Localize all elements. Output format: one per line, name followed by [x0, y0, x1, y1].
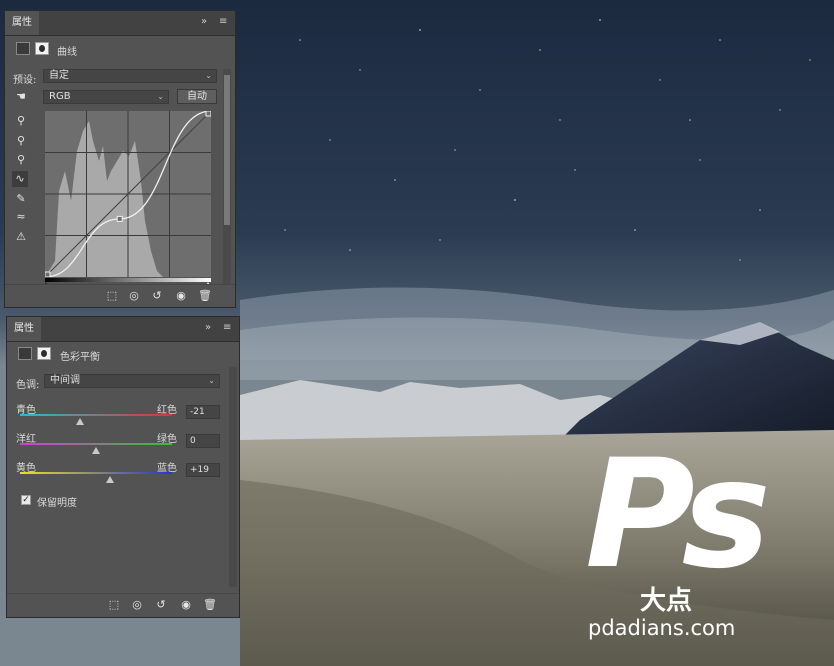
pencil-draw-icon[interactable]: ✎ — [13, 191, 29, 207]
preset-dropdown[interactable]: 自定 ⌄ — [43, 69, 217, 83]
adjustment-title: 曲线 — [57, 47, 77, 58]
output-gradient-bar — [45, 278, 211, 282]
reset-icon[interactable]: ↺ — [152, 597, 170, 613]
curves-tab-bar: 属性 » ≡ — [5, 11, 235, 36]
curve-control-point[interactable] — [205, 111, 211, 117]
preserve-luminosity-label: 保留明度 — [37, 498, 77, 509]
delete-trash-icon[interactable]: 🗑 — [201, 597, 219, 613]
white-point-eyedropper-icon[interactable]: ⚲ — [13, 152, 29, 168]
layer-mask-icon[interactable] — [35, 42, 49, 55]
preset-label: 预设: — [13, 75, 37, 86]
curves-graph[interactable] — [45, 111, 211, 277]
chevron-down-icon: ⌄ — [205, 71, 212, 80]
gray-point-eyedropper-icon[interactable]: ⚲ — [13, 133, 29, 149]
clip-to-layer-icon[interactable]: ⬚ — [103, 288, 121, 304]
preset-value: 自定 — [49, 70, 69, 81]
reset-icon[interactable]: ↺ — [148, 288, 166, 304]
chevron-down-icon: ⌄ — [157, 92, 164, 101]
cyan-red-value[interactable]: -21 — [186, 405, 220, 419]
watermark-logo: Ps — [585, 428, 771, 602]
magenta-green-value[interactable]: 0 — [186, 434, 220, 448]
yellow-blue-handle[interactable] — [106, 476, 115, 483]
curves-scrollbar[interactable] — [223, 69, 231, 289]
tone-dropdown[interactable]: 中间调 ⌄ — [44, 374, 220, 388]
auto-button[interactable]: 自动 — [177, 89, 217, 104]
curve-control-point[interactable] — [45, 271, 51, 277]
curves-footer: ⬚ ◎ ↺ ◉ 🗑 — [5, 284, 235, 307]
tab-properties[interactable]: 属性 — [5, 11, 39, 35]
view-previous-icon[interactable]: ◎ — [128, 597, 146, 613]
clip-to-layer-icon[interactable]: ⬚ — [105, 597, 123, 613]
tone-label: 色调: — [16, 380, 40, 391]
watermark-logo-sub: 大点 — [640, 586, 693, 616]
curve-control-point[interactable] — [116, 215, 123, 222]
color-balance-footer: ⬚ ◎ ↺ ◉ 🗑 — [7, 593, 239, 616]
chevron-down-icon: ⌄ — [208, 376, 215, 385]
cyan-red-track[interactable] — [20, 414, 172, 416]
color-balance-tab-bar: 属性 » ≡ — [7, 317, 239, 342]
view-previous-icon[interactable]: ◎ — [125, 288, 143, 304]
smooth-curve-icon[interactable]: ≈ — [13, 209, 29, 225]
channel-value: RGB — [49, 91, 71, 102]
curves-scroll-thumb[interactable] — [224, 75, 230, 225]
curve-point-tool-icon[interactable]: ∿ — [12, 171, 28, 187]
layer-mask-icon[interactable] — [37, 347, 51, 360]
channel-dropdown[interactable]: RGB ⌄ — [43, 90, 169, 104]
curves-adjustment-icon — [16, 42, 30, 55]
yellow-blue-value[interactable]: +19 — [186, 463, 220, 477]
curves-properties-panel: 属性 » ≡ 曲线 预设: 自定 ⌄ ☚ RGB ⌄ 自动 ⚲ ⚲ ⚲ ∿ ✎ … — [4, 10, 236, 308]
color-balance-scrollbar[interactable] — [229, 367, 237, 587]
color-balance-adjustment-icon — [18, 347, 32, 360]
tab-properties[interactable]: 属性 — [7, 317, 41, 341]
visibility-eye-icon[interactable]: ◉ — [172, 288, 190, 304]
magenta-green-handle[interactable] — [92, 447, 100, 454]
adjustment-title: 色彩平衡 — [60, 352, 100, 363]
black-point-eyedropper-icon[interactable]: ⚲ — [13, 113, 29, 129]
tone-value: 中间调 — [50, 375, 80, 386]
target-adjust-icon[interactable]: ☚ — [13, 89, 29, 105]
clipping-warning-icon[interactable]: ⚠ — [13, 229, 29, 245]
preserve-luminosity-checkbox[interactable]: ✓ — [21, 495, 31, 505]
yellow-blue-track[interactable] — [20, 472, 172, 474]
panel-menu-icon[interactable]: ≡ — [223, 321, 231, 335]
watermark-url: pdadians.com — [588, 616, 736, 640]
collapse-icon[interactable]: » — [201, 15, 207, 29]
collapse-icon[interactable]: » — [205, 321, 211, 335]
cyan-red-handle[interactable] — [76, 418, 85, 425]
color-balance-properties-panel: 属性 » ≡ 色彩平衡 色调: 中间调 ⌄ 青色 红色 -21 洋红 绿色 0 … — [6, 316, 240, 618]
delete-trash-icon[interactable]: 🗑 — [196, 288, 214, 304]
panel-menu-icon[interactable]: ≡ — [219, 15, 227, 29]
magenta-green-track[interactable] — [20, 443, 172, 445]
visibility-eye-icon[interactable]: ◉ — [177, 597, 195, 613]
